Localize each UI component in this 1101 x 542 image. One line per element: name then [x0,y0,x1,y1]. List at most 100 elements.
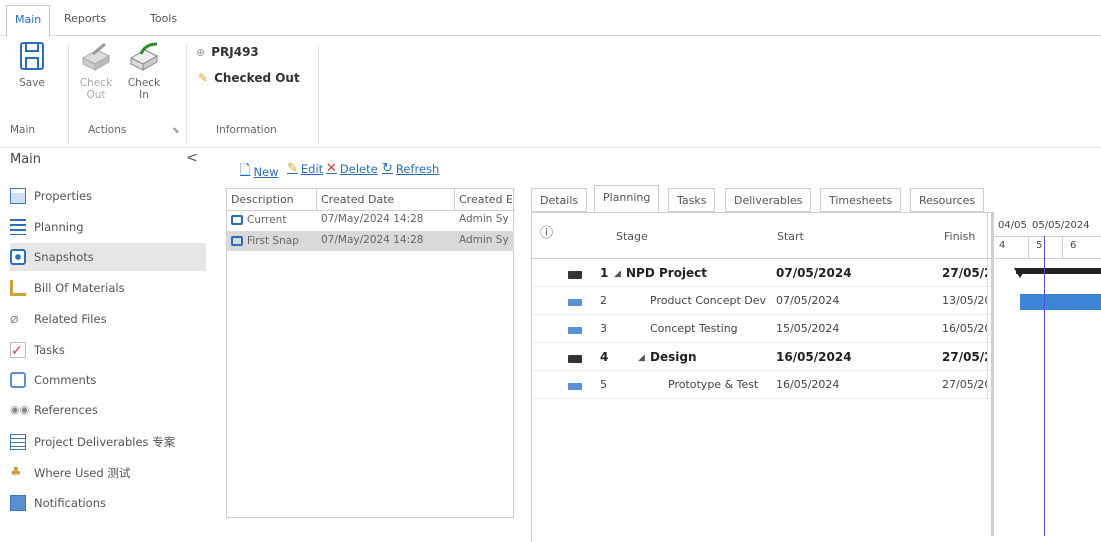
start-date: 16/05/2024 [776,378,840,391]
save-button[interactable]: Save [12,40,52,89]
sidebar-item-where-used[interactable]: ♣ Where Used 测试 [10,459,206,487]
edit-label: Edit [300,161,324,176]
sidebar-item-label: Notifications [34,496,106,510]
refresh-icon: ↻ [382,161,393,176]
sidebar-collapse-icon[interactable]: < [186,150,198,166]
tab-tools[interactable]: Tools [142,8,185,28]
plan-row[interactable]: 5 Prototype & Test 16/05/2024 27/05/20 [532,371,992,399]
dialog-launcher-icon[interactable]: ⬊ [172,126,180,136]
status-row: ✎ Checked Out [198,71,300,85]
sidebar-item-comments[interactable]: Comments [10,366,206,394]
sidebar-item-label: Snapshots [34,250,94,264]
save-icon [20,42,44,70]
sidebar-item-label: Project Deliverables 专案 [34,435,176,449]
group-information-title: Information [216,124,277,136]
day-tick-label: 4 [999,240,1006,251]
sidebar-item-project-deliverables[interactable]: Project Deliverables 专案 [10,428,206,456]
new-button[interactable]: 🗋 New [240,161,279,183]
sidebar-item-label: Planning [34,220,84,234]
summary-task-icon [568,352,582,366]
row-description: First Snap [247,235,299,247]
planning-icon [10,219,26,235]
row-description-cell: First Snap [227,232,317,250]
delete-icon: ✕ [326,161,337,176]
check-in-button[interactable]: Check In [124,40,164,101]
gantt-chart[interactable]: 04/05 05/05/2024 4 5 6 [991,212,1101,536]
sidebar-item-references[interactable]: ◉◉ References [10,396,206,424]
sidebar-item-label: Comments [34,373,97,387]
finish-date: 27/05/2 [942,350,988,364]
project-code-row: ⊕ PRJ493 [196,45,259,59]
stage-name: Product Concept Dev [650,294,766,307]
column-header-description[interactable]: Description [227,189,317,211]
row-number: 2 [600,294,607,307]
tab-main[interactable]: Main [6,5,51,37]
start-date: 16/05/2024 [776,350,852,364]
check-out-label-line2: Out [86,89,106,101]
plan-row[interactable]: 1 ◢ NPD Project 07/05/2024 27/05/2 [532,259,992,287]
plan-row[interactable]: 3 Concept Testing 15/05/2024 16/05/20 [532,315,992,343]
column-header-stage[interactable]: Stage [616,212,648,258]
check-out-icon [81,42,111,71]
group-actions-title: Actions [88,124,127,136]
project-code-icon: ⊕ [196,45,206,59]
row-number: 4 [600,350,609,364]
column-header-start[interactable]: Start [777,212,804,258]
column-header-created-date[interactable]: Created Date [317,189,455,211]
summary-bar[interactable] [1016,268,1101,274]
top-tab-bar: Main Reports Tools [0,0,1101,37]
tab-resources[interactable]: Resources [910,188,985,212]
column-header-created-by[interactable]: Created E [455,189,515,211]
expand-collapse-icon[interactable]: ◢ [638,353,645,363]
expand-collapse-icon[interactable]: ◢ [614,269,621,279]
edit-button[interactable]: ✎ Edit [287,161,323,176]
plan-row[interactable]: 4 ◢ Design 16/05/2024 27/05/2 [532,343,992,371]
sidebar-item-related-files[interactable]: ⌀ Related Files [10,305,206,333]
tab-details[interactable]: Details [531,188,588,212]
row-number: 5 [600,378,607,391]
finish-date: 16/05/20 [942,322,988,335]
stage-name: Prototype & Test [668,378,759,391]
check-out-label-line1: Check [79,77,113,89]
tab-timesheets[interactable]: Timesheets [820,188,902,212]
info-column-icon: ⓘ [540,226,554,241]
bom-icon [10,280,26,296]
stage-name: Concept Testing [650,322,738,335]
tab-deliverables[interactable]: Deliverables [725,188,812,212]
tasks-icon: ✓ [10,342,26,359]
new-label: New [253,165,279,179]
project-code: PRJ493 [211,45,259,59]
sidebar-item-notifications[interactable]: Notifications [10,489,206,517]
table-row[interactable]: Current 07/May/2024 14:28 Admin Sy [227,211,514,231]
row-number: 3 [600,322,607,335]
sidebar-item-snapshots[interactable]: Snapshots [10,243,206,271]
sidebar-item-bill-of-materials[interactable]: Bill Of Materials [10,274,206,302]
stage-name: NPD Project [626,266,708,280]
tab-planning[interactable]: Planning [594,185,660,213]
new-icon: 🗋 [240,163,251,178]
checked-out-icon: ✎ [198,71,209,85]
sidebar-item-planning[interactable]: Planning [10,213,206,241]
stage-name: Design [650,350,697,364]
refresh-button[interactable]: ↻ Refresh [382,161,439,176]
check-out-button[interactable]: Check Out [76,40,116,101]
finish-date: 27/05/2 [942,266,988,280]
sidebar-item-label: Where Used 测试 [34,466,131,480]
row-number: 1 [600,266,609,280]
today-line [1044,236,1045,536]
tab-reports[interactable]: Reports [56,8,114,28]
column-header-finish[interactable]: Finish [944,212,975,258]
date-header-1: 04/05 [998,220,1027,231]
check-in-icon [129,42,159,71]
group-main-title: Main [10,124,36,136]
plan-row[interactable]: 2 Product Concept Dev 07/05/2024 13/05/2… [532,287,992,315]
notifications-icon [10,495,26,511]
sidebar-item-tasks[interactable]: ✓ Tasks [10,336,206,364]
table-row-selected[interactable]: First Snap 07/May/2024 14:28 Admin Sy [227,231,514,251]
task-bar[interactable] [1020,294,1101,310]
check-in-label-line2: In [139,89,149,101]
finish-date: 27/05/20 [942,378,988,391]
delete-button[interactable]: ✕ Delete [326,161,378,176]
tab-tasks[interactable]: Tasks [668,188,716,212]
sidebar-item-properties[interactable]: Properties [10,182,206,210]
